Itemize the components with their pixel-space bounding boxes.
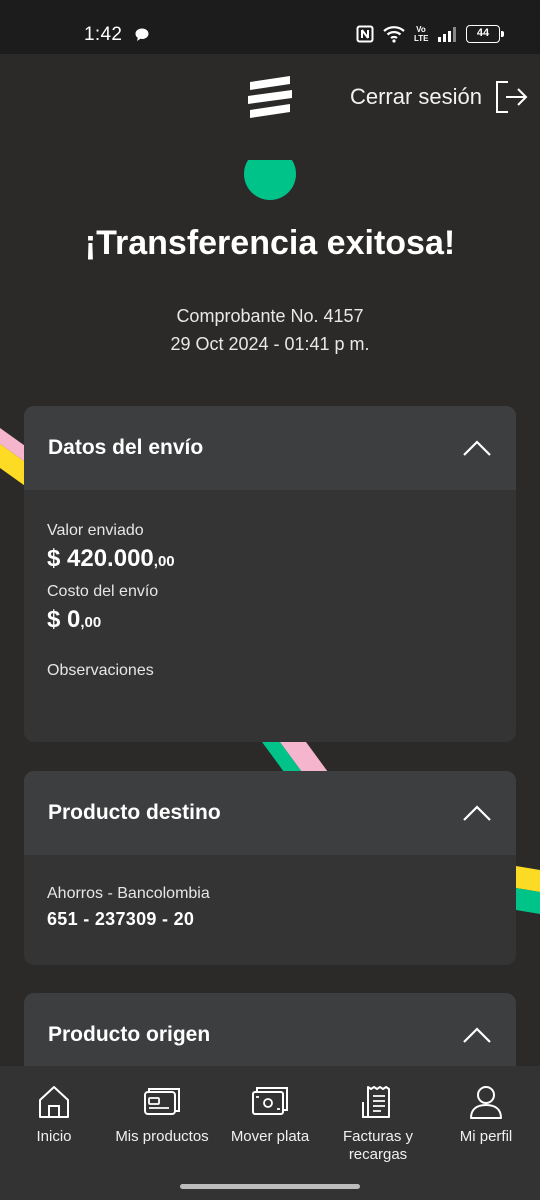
cost-amount-integer: $ 0 [47, 606, 81, 633]
sent-amount-cents: ,00 [153, 553, 175, 570]
card-title: Datos del envío [48, 436, 204, 459]
volte-indicator: Vo LTE [414, 25, 429, 43]
success-check-icon [244, 160, 296, 200]
app-header: Cerrar sesión [0, 54, 540, 144]
decorative-stripes-right [516, 866, 540, 914]
card-title: Producto destino [48, 801, 221, 824]
destination-product-header[interactable]: Producto destino [24, 771, 516, 855]
sent-amount-integer: $ 420.000 [47, 545, 154, 572]
nav-item-mis-productos[interactable]: Mis productos [106, 1084, 218, 1146]
destination-product-card: Producto destino Ahorros - Bancolombia 6… [24, 771, 516, 965]
bottom-navigation: Inicio Mis productos Mover plata Factura… [0, 1066, 540, 1200]
nav-label: Mis productos [115, 1128, 209, 1145]
shipping-cost-amount: $ 0,00 [47, 603, 493, 640]
logout-button[interactable]: Cerrar sesión [350, 80, 528, 114]
sent-value-label: Valor enviado [47, 522, 144, 539]
cards-icon [144, 1088, 180, 1115]
account-type: Ahorros - Bancolombia [47, 885, 210, 902]
nfc-icon [356, 25, 374, 43]
chevron-up-icon[interactable] [462, 439, 492, 457]
nav-label: Inicio [36, 1128, 72, 1145]
receipt-info: Comprobante No. 4157 29 Oct 2024 - 01:41… [0, 302, 540, 358]
nav-label: Mi perfil [459, 1128, 513, 1145]
nav-item-mi-perfil[interactable]: Mi perfil [446, 1084, 526, 1146]
money-icon [252, 1087, 288, 1115]
logout-icon [496, 81, 528, 113]
nav-item-facturas-recargas[interactable]: Facturas y recargas [330, 1084, 426, 1164]
receipt-icon [362, 1086, 390, 1118]
notes-label: Observaciones [47, 662, 154, 679]
wifi-icon [383, 26, 405, 43]
home-icon [39, 1086, 69, 1118]
nav-label: Facturas y recargas [342, 1128, 414, 1163]
receipt-number: Comprobante No. 4157 [176, 306, 364, 326]
origin-product-header[interactable]: Producto origen [24, 993, 516, 1066]
receipt-datetime: 29 Oct 2024 - 01:41 p m. [170, 334, 370, 354]
cost-amount-cents: ,00 [80, 614, 102, 631]
nav-label: Mover plata [230, 1128, 310, 1145]
home-indicator[interactable] [180, 1184, 360, 1189]
nav-item-inicio[interactable]: Inicio [14, 1084, 94, 1146]
shipping-data-card: Datos del envío Valor enviado $ 420.000,… [24, 406, 516, 742]
chevron-up-icon[interactable] [462, 1026, 492, 1044]
shipping-cost-label: Costo del envío [47, 583, 159, 600]
chat-notification-icon [135, 28, 149, 41]
battery-indicator: 44 [466, 25, 504, 43]
status-icons: Vo LTE 44 [356, 25, 504, 43]
sent-value-amount: $ 420.000,00 [47, 542, 493, 579]
chevron-up-icon[interactable] [462, 804, 492, 822]
bancolombia-logo-icon [248, 76, 292, 118]
logout-label: Cerrar sesión [349, 84, 482, 109]
account-number: 651 - 237309 - 20 [47, 909, 195, 929]
status-bar: 1:42 Vo LTE 44 [0, 0, 540, 54]
nav-item-mover-plata[interactable]: Mover plata [230, 1084, 310, 1146]
signal-icon [438, 27, 456, 42]
origin-product-card: Producto origen [24, 993, 516, 1066]
profile-icon [470, 1086, 502, 1119]
shipping-data-header[interactable]: Datos del envío [24, 406, 516, 490]
status-time: 1:42 [84, 24, 123, 45]
page-title: ¡Transferencia exitosa! [84, 224, 456, 262]
decorative-stripes-middle [262, 742, 328, 772]
card-title: Producto origen [48, 1023, 211, 1046]
